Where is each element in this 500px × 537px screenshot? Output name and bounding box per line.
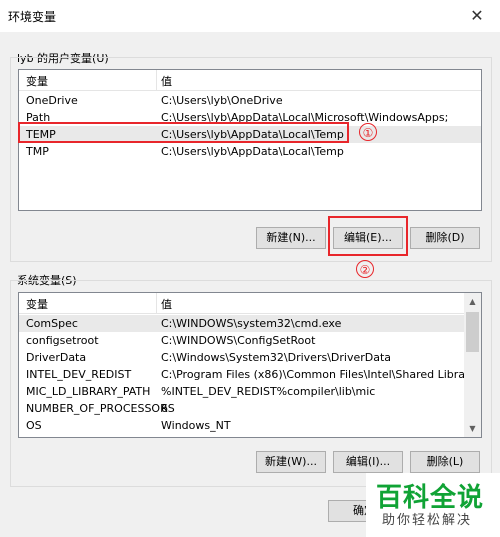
column-separator[interactable] <box>156 293 157 313</box>
scroll-down-icon[interactable]: ▼ <box>464 420 481 437</box>
table-row[interactable]: INTEL_DEV_REDIST C:\Program Files (x86)\… <box>19 366 481 383</box>
header-value[interactable]: 值 <box>161 73 172 89</box>
system-new-button[interactable]: 新建(W)... <box>256 451 326 473</box>
column-separator[interactable] <box>156 70 157 90</box>
variable-value: Windows_NT <box>161 419 231 432</box>
variable-name: OS <box>26 419 42 432</box>
annotation-marker-1: ① <box>359 123 377 141</box>
watermark-logo: 百科全说 助你轻松解决 <box>366 473 500 537</box>
header-value[interactable]: 值 <box>161 296 172 312</box>
variable-name: OneDrive <box>26 94 78 107</box>
table-row[interactable]: DriverData C:\Windows\System32\Drivers\D… <box>19 349 464 366</box>
user-delete-button[interactable]: 删除(D) <box>410 227 480 249</box>
variable-name: TMP <box>26 145 49 158</box>
scroll-thumb[interactable] <box>466 312 479 352</box>
variable-value: %INTEL_DEV_REDIST%compiler\lib\mic <box>161 385 376 398</box>
variable-value: C:\Program Files (x86)\Common Files\Inte… <box>161 368 482 381</box>
variable-name: configsetroot <box>26 334 99 347</box>
table-row[interactable]: NUMBER_OF_PROCESSORS 6 <box>19 400 464 417</box>
watermark-slogan: 助你轻松解决 <box>382 513 473 528</box>
scroll-up-icon[interactable]: ▲ <box>464 293 481 310</box>
system-variables-list[interactable]: 变量 值 ComSpec C:\WINDOWS\system32\cmd.exe… <box>18 292 482 438</box>
window-title: 环境变量 <box>8 10 57 24</box>
variable-value: 6 <box>161 402 168 415</box>
header-variable[interactable]: 变量 <box>26 73 48 89</box>
variable-value: C:\Windows\System32\Drivers\DriverData <box>161 351 392 364</box>
table-row[interactable]: OS Windows_NT <box>19 417 464 434</box>
system-edit-button[interactable]: 编辑(I)... <box>333 451 403 473</box>
table-row[interactable]: configsetroot C:\WINDOWS\ConfigSetRoot <box>19 332 464 349</box>
close-icon[interactable]: ✕ <box>454 0 500 32</box>
table-row[interactable]: TMP C:\Users\lyb\AppData\Local\Temp <box>19 143 481 160</box>
variable-name: ComSpec <box>26 317 78 330</box>
variable-name: NUMBER_OF_PROCESSORS <box>26 402 175 415</box>
variable-value: C:\WINDOWS\system32\cmd.exe <box>161 317 342 330</box>
table-row[interactable]: OneDrive C:\Users\lyb\OneDrive <box>19 92 481 109</box>
system-delete-button[interactable]: 删除(L) <box>410 451 480 473</box>
list-header: 变量 值 <box>19 293 481 314</box>
variable-value: C:\Users\lyb\AppData\Local\Temp <box>161 145 344 158</box>
variable-value: C:\WINDOWS\ConfigSetRoot <box>161 334 316 347</box>
table-row-selected[interactable]: ComSpec C:\WINDOWS\system32\cmd.exe <box>19 315 464 332</box>
list-header: 变量 值 <box>19 70 481 91</box>
variable-name: MIC_LD_LIBRARY_PATH <box>26 385 151 398</box>
title-bar: 环境变量 ✕ <box>0 0 500 32</box>
variable-value: C:\Users\lyb\OneDrive <box>161 94 283 107</box>
variable-name: DriverData <box>26 351 87 364</box>
variable-name: INTEL_DEV_REDIST <box>26 368 132 381</box>
vertical-scrollbar[interactable]: ▲ ▼ <box>464 293 481 437</box>
table-row[interactable]: MIC_LD_LIBRARY_PATH %INTEL_DEV_REDIST%co… <box>19 383 464 400</box>
highlight-box-temp <box>18 122 349 143</box>
highlight-box-edit <box>328 216 408 256</box>
user-new-button[interactable]: 新建(N)... <box>256 227 326 249</box>
header-variable[interactable]: 变量 <box>26 296 48 312</box>
annotation-marker-2: ② <box>356 260 374 278</box>
